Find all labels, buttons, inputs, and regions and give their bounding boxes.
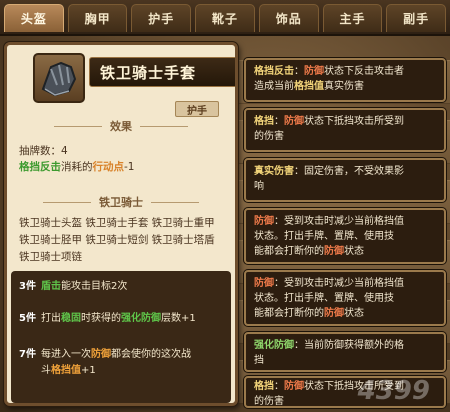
tooltip-text: 受到攻击时减少当前格挡值 xyxy=(284,216,404,227)
tab-main-hand[interactable]: 主手 xyxy=(322,4,383,32)
tooltip-sep: ： xyxy=(274,278,284,289)
tooltip-sep: ： xyxy=(274,116,284,127)
keyword-defense: 防御 xyxy=(324,308,344,319)
effect-section-title: 效果 xyxy=(7,117,235,135)
watermark: 4399 xyxy=(357,376,430,406)
tooltip-text: 响 xyxy=(254,181,264,192)
bonus-count: 7件 xyxy=(19,349,36,360)
tooltip-key: 真实伤害 xyxy=(254,166,294,177)
keyword-shield-bash: 盾击 xyxy=(41,281,61,292)
keyword-defense: 防御 xyxy=(324,246,344,257)
bonus-text: 层数+1 xyxy=(161,313,196,324)
tooltip-text: 状态 xyxy=(344,246,364,257)
keyword-defense: 防御 xyxy=(91,349,111,360)
keyword-enhanced-defense: 强化防御 xyxy=(121,313,161,324)
keyword-parry-counter: 格挡反击 xyxy=(19,161,61,173)
set-bonus-box: 3件 盾击能攻击目标2次 5件 打出稳固时获得的强化防御层数+1 7件 每进入一次防御… xyxy=(11,271,231,403)
tooltip-text: 的伤害 xyxy=(254,396,284,407)
bonus-text: 斗 xyxy=(41,365,51,376)
tab-helmet[interactable]: 头盔 xyxy=(4,4,64,32)
tooltip-text: 状态。打出手牌、置牌、使用技 xyxy=(254,231,394,242)
bonus-text: 时获得的 xyxy=(81,313,121,324)
tooltip-text: 状态。打出手牌、置牌、使用技 xyxy=(254,293,394,304)
bonus-text: 每进入一次 xyxy=(41,349,91,360)
tooltip-key: 格挡 xyxy=(254,381,274,392)
set-piece-line: 铁卫骑士头盔 铁卫骑士手套 铁卫骑士重甲 xyxy=(19,217,215,229)
bonus-count: 3件 xyxy=(19,281,36,292)
tooltip-sep: ： xyxy=(294,66,304,77)
tab-off-hand[interactable]: 副手 xyxy=(386,4,447,32)
keyword-defense: 防御 xyxy=(284,116,304,127)
item-detail-panel: 铁卫骑士手套 护手 效果 抽牌数：4 格挡反击消耗的行动点-1 铁卫骑士 铁卫骑… xyxy=(4,42,238,406)
keyword-action-point: 行动点 xyxy=(92,161,125,173)
tooltip-defense: 防御：受到攻击时减少当前格挡值 状态。打出手牌、置牌、使用技 能都会打断你的防御状态 xyxy=(244,270,446,326)
item-header: 铁卫骑士手套 xyxy=(7,45,235,109)
tooltip-sep: ： xyxy=(294,166,304,177)
tooltip-sep: ： xyxy=(294,340,304,351)
bonus-text: 打出 xyxy=(41,313,61,324)
bonus-text: +1 xyxy=(81,365,96,376)
keyword-tooltip-column: 格挡反击：防御状态下反击攻击者 造成当前格挡值真实伤害 格挡：防御状态下抵挡攻击所… xyxy=(244,58,446,408)
tooltip-text: 固定伤害，不受效果影 xyxy=(304,166,404,177)
keyword-block-value: 格挡值 xyxy=(51,365,81,376)
item-name: 铁卫骑士手套 xyxy=(89,57,235,87)
tooltip-text: 状态下抵挡攻击所受到 xyxy=(304,116,404,127)
tooltip-sep: ： xyxy=(274,216,284,227)
set-title-text: 铁卫骑士 xyxy=(99,196,143,209)
bonus-text: 能攻击目标2次 xyxy=(61,281,128,292)
tab-boots[interactable]: 靴子 xyxy=(195,4,255,32)
tooltip-key: 防御 xyxy=(254,216,274,227)
set-bonus-3: 3件 盾击能攻击目标2次 xyxy=(19,279,127,295)
effect-line: 格挡反击消耗的行动点-1 xyxy=(19,159,134,175)
equipment-tab-bar: 头盔 胸甲 护手 靴子 饰品 主手 副手 xyxy=(0,0,450,36)
tooltip-defense: 防御：受到攻击时减少当前格挡值 状态。打出手牌、置牌、使用技 能都会打断你的防御状态 xyxy=(244,208,446,264)
tooltip-text: 能都会打断你的 xyxy=(254,308,324,319)
keyword-defense: 防御 xyxy=(284,381,304,392)
tooltip-text: 造成当前 xyxy=(254,81,294,92)
tooltip-key: 格挡 xyxy=(254,116,274,127)
bonus-text: 都会使你的这次战 xyxy=(111,349,191,360)
tab-accessory[interactable]: 饰品 xyxy=(258,4,319,32)
tooltip-text: 状态 xyxy=(344,308,364,319)
set-section-title: 铁卫骑士 xyxy=(7,193,235,211)
tooltip-text: 的伤害 xyxy=(254,131,284,142)
tooltip-true-damage: 真实伤害：固定伤害，不受效果影响 xyxy=(244,158,446,202)
tooltip-sep: ： xyxy=(274,381,284,392)
bonus-count: 5件 xyxy=(19,313,36,324)
tooltip-key: 防御 xyxy=(254,278,274,289)
tooltip-parry-counter: 格挡反击：防御状态下反击攻击者造成当前格挡值真实伤害 xyxy=(244,58,446,102)
keyword-block-value: 格挡值 xyxy=(294,81,324,92)
tooltip-key: 强化防御 xyxy=(254,340,294,351)
tooltip-text: 真实伤害 xyxy=(324,81,364,92)
effect-value: -1 xyxy=(124,161,135,173)
keyword-steady: 稳固 xyxy=(61,313,81,324)
tooltip-enhanced-defense: 强化防御：当前防御获得额外的格挡 xyxy=(244,332,446,372)
tooltip-block: 格挡：防御状态下抵挡攻击所受到的伤害 xyxy=(244,108,446,152)
tooltip-text: 挡 xyxy=(254,355,264,366)
keyword-defense: 防御 xyxy=(304,66,324,77)
tooltip-text: 受到攻击时减少当前格挡值 xyxy=(284,278,404,289)
tooltip-text: 当前防御获得额外的格 xyxy=(304,340,404,351)
tab-chest[interactable]: 胸甲 xyxy=(67,4,128,32)
set-bonus-7-cont: 斗格挡值+1 xyxy=(41,363,96,379)
tab-gauntlet[interactable]: 护手 xyxy=(131,4,192,32)
effect-text: 消耗的 xyxy=(61,161,93,173)
tooltip-key: 格挡反击 xyxy=(254,66,294,77)
draw-count: 抽牌数：4 xyxy=(19,145,68,157)
set-piece-line: 铁卫骑士胫甲 铁卫骑士短剑 铁卫骑士塔盾 xyxy=(19,234,215,246)
effect-title-text: 效果 xyxy=(110,120,132,133)
item-slot-tag: 护手 xyxy=(175,101,219,117)
gauntlet-icon xyxy=(33,53,85,103)
set-bonus-7: 7件 每进入一次防御都会使你的这次战 xyxy=(19,347,191,363)
set-bonus-5: 5件 打出稳固时获得的强化防御层数+1 xyxy=(19,311,196,327)
tooltip-text: 能都会打断你的 xyxy=(254,246,324,257)
tooltip-text: 状态下反击攻击者 xyxy=(324,66,404,77)
set-piece-line: 铁卫骑士项链 xyxy=(19,251,82,263)
